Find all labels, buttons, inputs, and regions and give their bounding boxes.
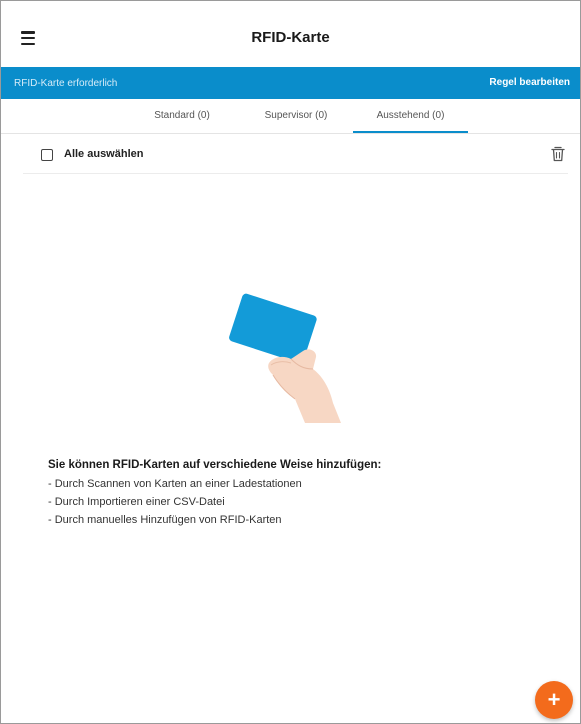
trash-icon[interactable] <box>550 145 566 163</box>
rule-banner: RFID-Karte erforderlich Regel bearbeiten <box>1 67 580 99</box>
empty-state-heading: Sie können RFID-Karten auf verschiedene … <box>48 459 382 471</box>
select-all-checkbox[interactable] <box>41 149 53 161</box>
method-line-scan: - Durch Scannen von Karten an einer Lade… <box>48 478 302 490</box>
app-window: RFID-Karte RFID-Karte erforderlich Regel… <box>0 0 581 724</box>
tab-bar: Standard (0) Supervisor (0) Ausstehend (… <box>1 99 580 134</box>
empty-state-info: Sie können RFID-Karten auf verschiedene … <box>48 459 548 532</box>
select-all-row: Alle auswählen <box>23 143 568 174</box>
active-tab-indicator <box>353 131 468 133</box>
method-line-csv: - Durch Importieren einer CSV-Datei <box>48 496 225 508</box>
select-all-label: Alle auswählen <box>64 148 144 160</box>
top-app-bar: RFID-Karte <box>1 1 580 67</box>
method-line-manual: - Durch manuelles Hinzufügen von RFID-Ka… <box>48 514 282 526</box>
tab-supervisor[interactable]: Supervisor (0) <box>259 110 333 121</box>
add-card-button[interactable]: + <box>535 681 573 719</box>
edit-rule-button[interactable]: Regel bearbeiten <box>489 77 570 88</box>
tab-ausstehend[interactable]: Ausstehend (0) <box>353 110 468 121</box>
tab-standard[interactable]: Standard (0) <box>149 110 215 121</box>
banner-text: RFID-Karte erforderlich <box>14 78 118 89</box>
page-title: RFID-Karte <box>251 29 330 46</box>
hand-holding-card-icon <box>229 293 341 423</box>
plus-icon: + <box>547 687 561 712</box>
